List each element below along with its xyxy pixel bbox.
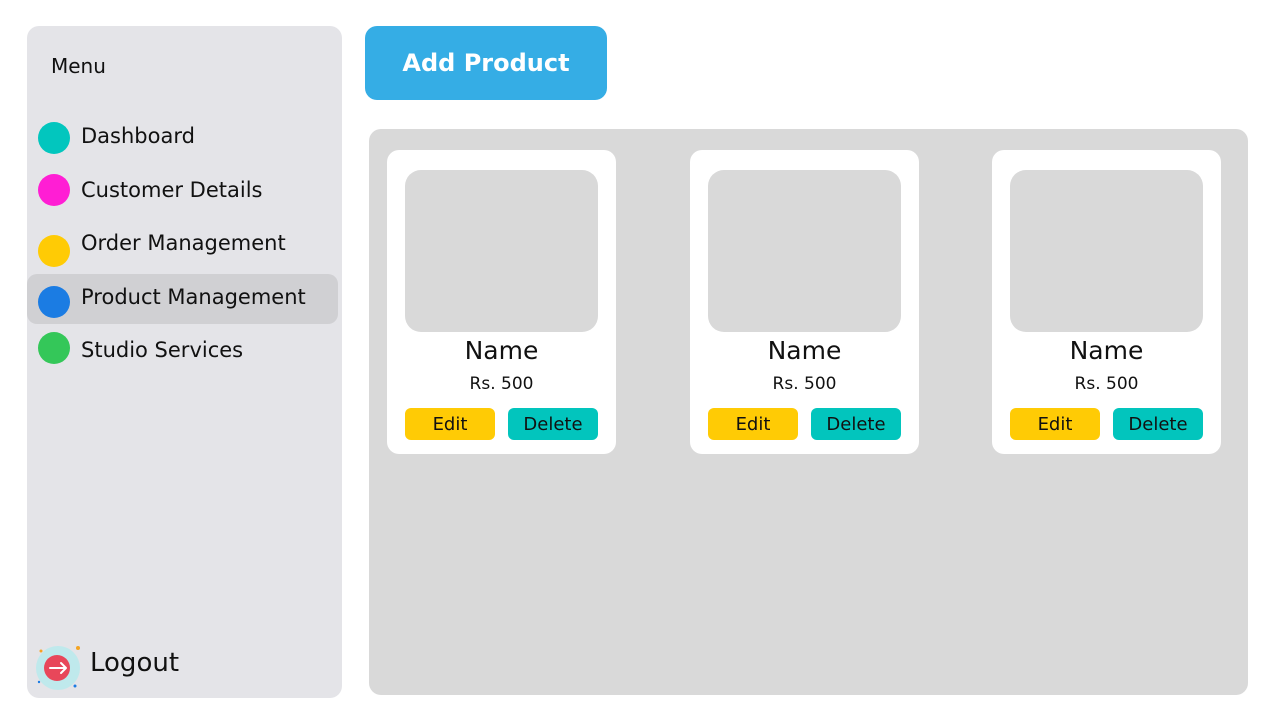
sidebar-item-label: Studio Services [81, 338, 244, 362]
delete-button[interactable]: Delete [811, 408, 901, 440]
product-name: Name [767, 336, 842, 365]
sidebar: Menu Dashboard Customer Details Order Ma… [27, 26, 342, 698]
edit-button[interactable]: Edit [405, 408, 495, 440]
sidebar-item-label: Dashboard [81, 124, 195, 148]
product-price: Rs. 500 [1074, 374, 1139, 394]
sidebar-item-product-management[interactable]: Product Management [27, 274, 338, 324]
delete-button[interactable]: Delete [508, 408, 598, 440]
product-card: Name Rs. 500 Edit Delete [992, 150, 1221, 454]
product-management-dot-icon [38, 286, 70, 318]
edit-button[interactable]: Edit [1010, 408, 1100, 440]
sidebar-item-label: Order Management [81, 231, 286, 255]
order-management-dot-icon [38, 235, 70, 267]
logout-button[interactable]: Logout [33, 640, 203, 690]
logout-label: Logout [90, 648, 180, 678]
product-name: Name [1069, 336, 1144, 365]
sidebar-item-studio-services[interactable]: Studio Services [27, 328, 338, 378]
product-name: Name [464, 336, 539, 365]
delete-button[interactable]: Delete [1113, 408, 1203, 440]
menu-title: Menu [51, 54, 106, 78]
sidebar-item-dashboard[interactable]: Dashboard [27, 112, 338, 162]
sidebar-item-order-management[interactable]: Order Management [27, 220, 338, 270]
product-card: Name Rs. 500 Edit Delete [387, 150, 616, 454]
product-image-placeholder [708, 170, 901, 332]
product-grid: Name Rs. 500 Edit Delete Name Rs. 500 Ed… [369, 129, 1248, 695]
customer-details-dot-icon [38, 174, 70, 206]
product-price: Rs. 500 [772, 374, 837, 394]
sidebar-item-customer-details[interactable]: Customer Details [27, 166, 338, 216]
logout-icon [36, 646, 80, 690]
dashboard-dot-icon [38, 122, 70, 154]
sidebar-item-label: Customer Details [81, 178, 263, 202]
product-image-placeholder [1010, 170, 1203, 332]
sidebar-item-label: Product Management [81, 285, 306, 309]
edit-button[interactable]: Edit [708, 408, 798, 440]
product-price: Rs. 500 [469, 374, 534, 394]
add-product-button[interactable]: Add Product [365, 26, 607, 100]
studio-services-dot-icon [38, 332, 70, 364]
product-image-placeholder [405, 170, 598, 332]
product-card: Name Rs. 500 Edit Delete [690, 150, 919, 454]
